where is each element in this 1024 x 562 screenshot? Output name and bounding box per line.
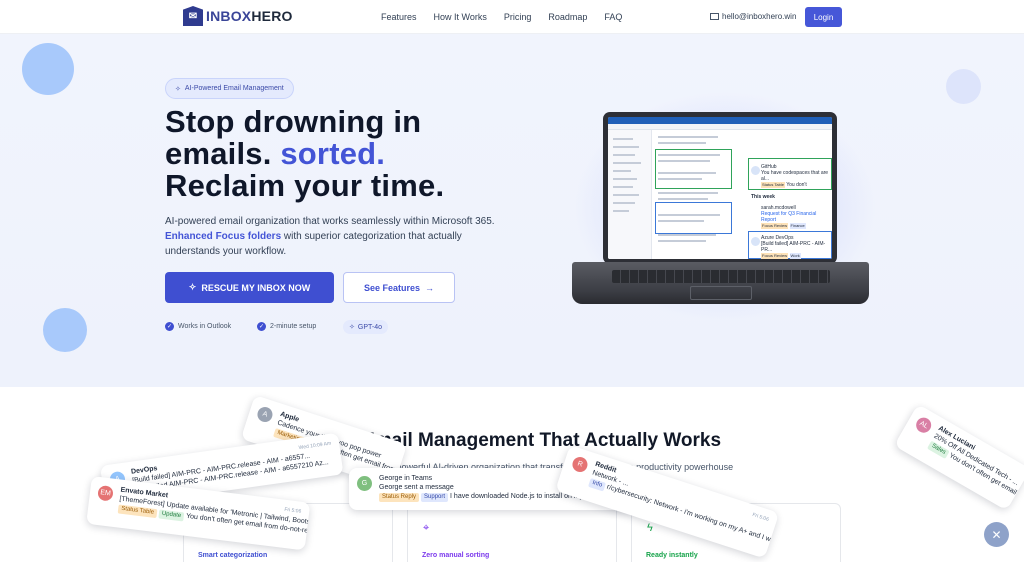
sparkle-icon: ✧ <box>175 85 181 93</box>
avatar: A <box>255 405 275 424</box>
decorative-circle <box>43 308 87 352</box>
sparkle-icon: ✧ <box>349 324 355 331</box>
nav-link-pricing[interactable]: Pricing <box>504 12 532 22</box>
avatar: G <box>357 476 372 491</box>
nav-link-roadmap[interactable]: Roadmap <box>548 12 587 22</box>
nav-link-how-it-works[interactable]: How It Works <box>434 12 487 22</box>
logo-mail-icon: ✉ <box>183 6 203 26</box>
see-features-label: See Features <box>363 282 421 293</box>
gpt-badge: ✧ GPT-4o <box>343 320 388 334</box>
hero-headline: Stop drowning in emails. sorted. Reclaim… <box>165 106 444 202</box>
screen-card-text: You have codespaces that are al... <box>761 170 829 182</box>
avatar: AL <box>913 414 934 436</box>
avatar: R <box>570 455 590 474</box>
decorative-circle <box>22 43 74 95</box>
close-icon[interactable]: ✕ <box>984 522 1009 547</box>
feature-card-zero-manual-sorting: ⌖ Zero manual sorting <box>407 503 617 562</box>
mail-icon <box>710 13 719 20</box>
feature-works-in-outlook: ✓ Works in Outlook <box>165 322 232 331</box>
nav-links: Features How It Works Pricing Roadmap FA… <box>381 12 622 22</box>
top-nav: ✉ INBOXHERO Features How It Works Pricin… <box>0 0 1024 34</box>
feature-setup-time: ✓ 2-minute setup <box>257 322 317 331</box>
sparkle-icon: ✧ <box>188 282 197 292</box>
check-icon: ✓ <box>165 322 174 331</box>
hero-subtitle: AI-powered email organization that works… <box>165 216 495 257</box>
laptop-keyboard <box>612 270 830 283</box>
see-features-button[interactable]: See Features → <box>343 272 455 303</box>
nav-email-text: hello@inboxhero.win <box>722 12 797 21</box>
avatar: EM <box>97 484 114 502</box>
headline-line-2: emails. sorted. <box>165 136 386 171</box>
headline-line-1: Stop drowning in <box>165 104 422 139</box>
section-title: Smart Email Management That Actually Wor… <box>302 430 722 451</box>
check-icon: ✓ <box>257 322 266 331</box>
rescue-inbox-button[interactable]: ✧ RESCUE MY INBOX NOW <box>165 272 334 303</box>
screen-section-label: This week <box>751 194 775 200</box>
logo[interactable]: ✉ INBOXHERO <box>183 6 293 26</box>
nav-email[interactable]: hello@inboxhero.win <box>710 12 796 21</box>
outlook-screenshot: GitHub You have codespaces that are al..… <box>608 117 832 259</box>
toast-alex: AL Alex Luciani 20% Off All Dedicated Te… <box>894 404 1024 511</box>
nav-link-faq[interactable]: FAQ <box>604 12 622 22</box>
arrow-right-icon: → <box>425 282 435 293</box>
ai-badge-label: AI-Powered Email Management <box>184 85 284 92</box>
ai-badge: ✧ AI-Powered Email Management <box>165 78 294 99</box>
logo-text: INBOXHERO <box>206 8 293 24</box>
laptop-trackpad <box>690 286 752 300</box>
headline-line-3: Reclaim your time. <box>165 168 445 203</box>
tag-icon: ⌖ <box>423 522 430 534</box>
rescue-inbox-label: RESCUE MY INBOX NOW <box>201 282 311 293</box>
nav-link-features[interactable]: Features <box>381 12 417 22</box>
hero-section: ✧ AI-Powered Email Management Stop drown… <box>0 34 1024 387</box>
decorative-circle <box>946 69 981 104</box>
login-button[interactable]: Login <box>805 7 842 27</box>
laptop-screen: GitHub You have codespaces that are al..… <box>603 112 837 264</box>
